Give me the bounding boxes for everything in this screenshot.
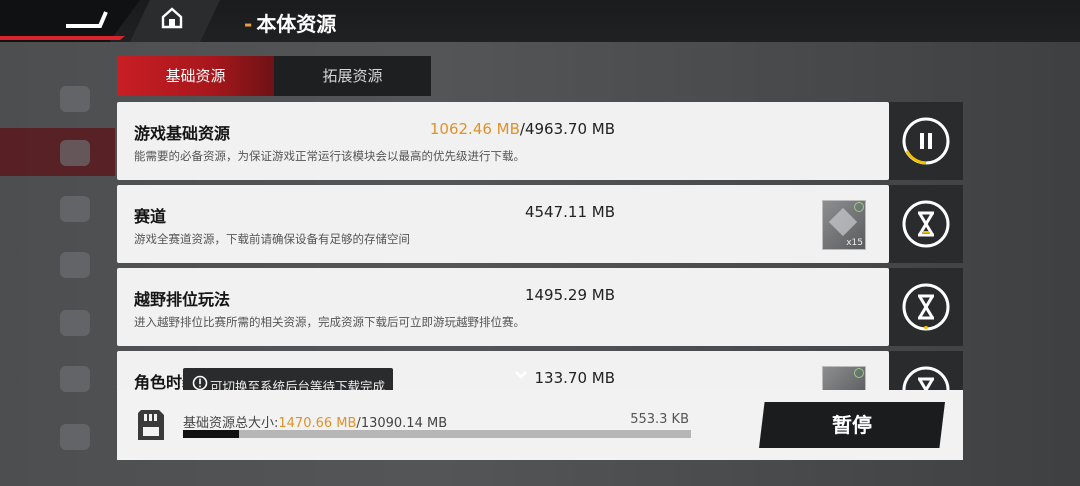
check-icon — [854, 368, 864, 378]
diamond-icon — [828, 207, 858, 237]
hourglass-icon[interactable] — [900, 281, 952, 333]
resource-control — [889, 185, 963, 263]
pause-icon[interactable] — [900, 115, 952, 167]
download-speed: 553.3 KB — [630, 412, 689, 427]
resource-description: 能需要的必备资源，为保证游戏正常运行该模块会以最高的优先级进行下载。 — [134, 149, 525, 163]
tab-basic-resources[interactable]: 基础资源 — [117, 56, 274, 96]
resource-size: 4547.11 MB — [524, 203, 615, 221]
download-summary-panel: 基础资源总大小:1470.66 MB/13090.14 MB 553.3 KB … — [117, 390, 963, 460]
tab-extended-resources[interactable]: 拓展资源 — [274, 56, 431, 96]
hourglass-icon[interactable] — [900, 364, 952, 390]
bg-sidebar-icon — [60, 310, 90, 336]
sd-card-icon — [138, 410, 164, 440]
resource-description: 游戏全赛道资源，下载前请确保设备有足够的存储空间 — [134, 232, 410, 246]
resource-size: 133.70 MB — [534, 369, 616, 387]
back-accent — [0, 36, 125, 40]
resource-card: 赛道 4547.11 MB 游戏全赛道资源，下载前请确保设备有足够的存储空间 x… — [117, 185, 889, 263]
resource-thumbnail: x15 — [822, 200, 866, 250]
hourglass-icon[interactable] — [900, 198, 952, 250]
bg-sidebar-active — [0, 128, 115, 176]
bg-sidebar-icon — [60, 252, 90, 278]
download-progress-fill — [183, 430, 239, 438]
tab-bar: 基础资源 拓展资源 — [117, 56, 431, 96]
resource-size: 1062.46 MB/4963.70 MB — [429, 120, 615, 138]
resource-control — [889, 102, 963, 180]
resource-control — [889, 268, 963, 346]
bg-sidebar-icon — [60, 424, 90, 450]
back-arrow-icon[interactable] — [62, 8, 108, 30]
resource-size: 1495.29 MB — [524, 286, 615, 304]
resource-title: 赛道 — [134, 207, 167, 226]
page-title: - 本体资源 — [244, 12, 337, 36]
pause-all-button[interactable]: 暂停 — [759, 402, 945, 448]
bg-sidebar-icon — [60, 196, 90, 222]
bg-sidebar-icon — [60, 140, 90, 166]
total-size-label: 基础资源总大小:1470.66 MB/13090.14 MB — [183, 416, 448, 431]
download-progress-bar — [183, 430, 691, 438]
thumbnail-multiplier: x15 — [846, 238, 863, 248]
check-icon — [854, 202, 864, 212]
info-icon — [192, 375, 208, 391]
resource-title: 越野排位玩法 — [134, 290, 231, 309]
resource-control — [889, 351, 963, 390]
chevron-down-icon — [515, 371, 527, 379]
resource-card: 越野排位玩法 1495.29 MB 进入越野排位比赛所需的相关资源，完成资源下载… — [117, 268, 889, 346]
resource-thumbnail — [822, 366, 866, 391]
home-icon[interactable] — [160, 6, 184, 30]
bg-sidebar-icon — [60, 86, 90, 112]
bg-sidebar-icon — [60, 366, 90, 392]
resource-description: 进入越野排位比赛所需的相关资源，完成资源下载后可立即游玩越野排位赛。 — [134, 315, 525, 329]
resource-title: 游戏基础资源 — [134, 124, 231, 143]
resource-card: 游戏基础资源 1062.46 MB/4963.70 MB 能需要的必备资源，为保… — [117, 102, 889, 180]
